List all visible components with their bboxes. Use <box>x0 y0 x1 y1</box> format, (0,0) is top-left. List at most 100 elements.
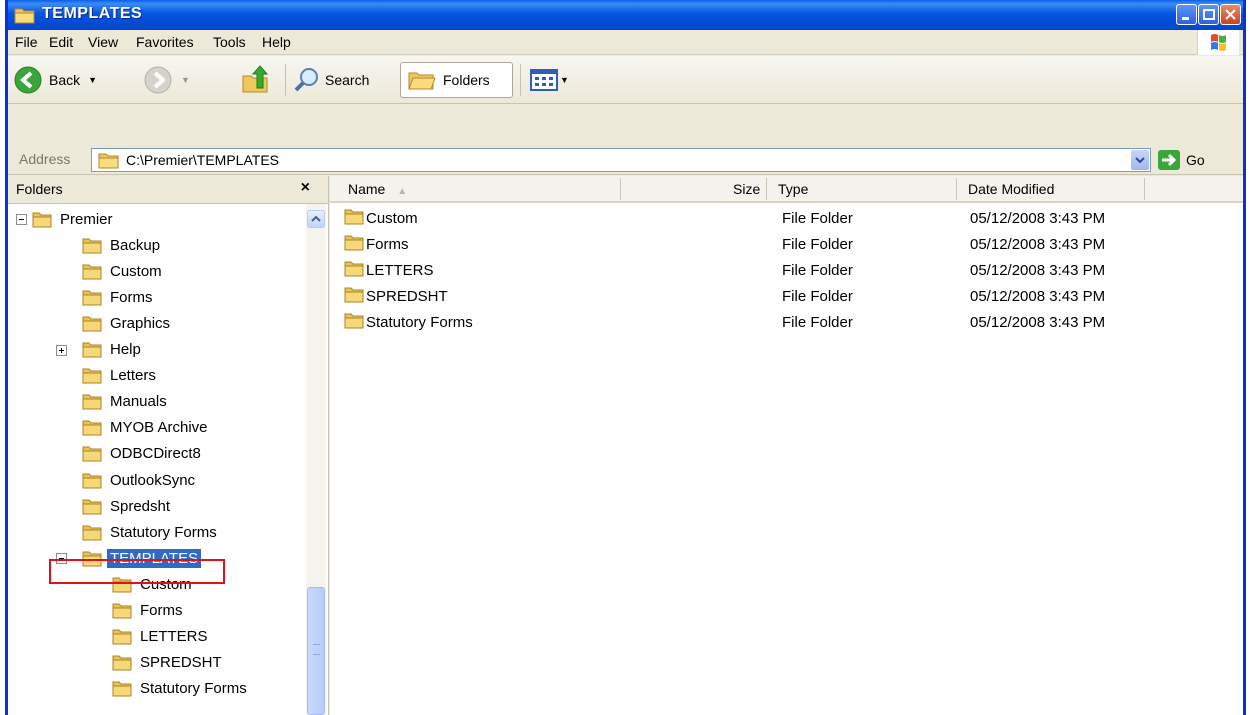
tree-item-label: Letters <box>110 367 156 385</box>
collapse-minus-icon[interactable] <box>16 214 27 225</box>
back-label: Back <box>49 72 81 88</box>
tree-item-label: Statutory Forms <box>140 680 247 698</box>
list-header: Name ▲ Size Type Date Modified <box>330 176 1243 203</box>
file-list-row[interactable]: LETTERS File Folder 05/12/2008 3:43 PM <box>344 259 1243 285</box>
search-button[interactable]: Search <box>293 62 369 98</box>
address-path: C:\Premier\TEMPLATES <box>126 152 279 168</box>
column-divider[interactable] <box>620 178 621 200</box>
column-divider[interactable] <box>1144 178 1145 200</box>
file-date-modified: 05/12/2008 3:43 PM <box>970 210 1106 227</box>
tree-item[interactable]: Statutory Forms <box>82 519 220 545</box>
go-label: Go <box>1186 152 1205 168</box>
forward-dropdown-icon[interactable]: ▼ <box>181 75 190 85</box>
file-type: File Folder <box>782 314 853 331</box>
menu-view[interactable]: View <box>88 34 118 50</box>
tree-scrollbar[interactable] <box>306 204 326 715</box>
tree-item[interactable]: Statutory Forms <box>112 676 250 702</box>
folder-icon <box>82 525 102 541</box>
column-header-type[interactable]: Type <box>778 181 808 197</box>
file-name: Custom <box>366 210 418 227</box>
folder-icon <box>98 153 119 169</box>
up-folder-button[interactable] <box>240 62 272 98</box>
tree-item[interactable]: Forms <box>82 284 156 310</box>
folder-icon <box>14 8 35 24</box>
tree-item[interactable]: Backup <box>82 232 163 258</box>
minimize-button[interactable] <box>1176 4 1197 25</box>
folder-icon <box>344 235 364 251</box>
address-bar: Address C:\Premier\TEMPLATES Go <box>8 145 1243 175</box>
back-arrow-icon <box>14 66 42 94</box>
views-dropdown-icon[interactable]: ▼ <box>560 75 569 85</box>
close-button[interactable] <box>1220 4 1241 25</box>
file-name: LETTERS <box>366 262 434 279</box>
tree-item[interactable]: Premier <box>32 206 116 232</box>
back-button[interactable]: Back ▼ <box>13 62 97 98</box>
file-type: File Folder <box>782 288 853 305</box>
title-bar[interactable]: TEMPLATES <box>8 0 1243 30</box>
folder-icon <box>344 313 364 329</box>
tree-item[interactable]: MYOB Archive <box>82 415 211 441</box>
views-button[interactable]: ▼ <box>530 62 569 98</box>
folder-icon <box>112 603 132 619</box>
tree-item-label: LETTERS <box>140 628 208 646</box>
column-divider[interactable] <box>956 178 957 200</box>
forward-button[interactable]: ▼ <box>143 62 190 98</box>
windows-logo-icon <box>1197 30 1239 55</box>
tree-item[interactable]: Help <box>82 337 144 363</box>
tree-item[interactable]: Graphics <box>82 310 173 336</box>
go-button[interactable]: Go <box>1158 148 1238 172</box>
expand-plus-icon[interactable] <box>56 344 67 356</box>
tree-item[interactable]: ODBCDirect8 <box>82 441 204 467</box>
file-date-modified: 05/12/2008 3:43 PM <box>970 288 1106 305</box>
menu-tools[interactable]: Tools <box>213 34 246 50</box>
address-dropdown-button[interactable] <box>1131 150 1149 170</box>
close-icon <box>1225 9 1236 20</box>
folders-pane: Folders × Premier Backup Custom Forms Graphi… <box>8 176 329 715</box>
tree-item-label: Statutory Forms <box>110 523 217 541</box>
folders-button[interactable]: Folders <box>400 62 513 98</box>
folders-pane-header: Folders × <box>8 176 328 204</box>
folder-icon <box>82 420 102 436</box>
menu-edit[interactable]: Edit <box>49 34 73 50</box>
menu-help[interactable]: Help <box>262 34 291 50</box>
column-divider[interactable] <box>766 178 767 200</box>
folders-pane-title: Folders <box>16 181 63 197</box>
tree-item-label: OutlookSync <box>110 471 196 489</box>
tree-item[interactable]: Forms <box>112 598 186 624</box>
tree-item[interactable]: SPREDSHT <box>112 650 225 676</box>
tree-item[interactable]: LETTERS <box>112 624 211 650</box>
file-list-row[interactable]: Forms File Folder 05/12/2008 3:43 PM <box>344 233 1243 259</box>
column-header-size[interactable]: Size <box>733 181 760 197</box>
scroll-up-button[interactable] <box>307 210 325 228</box>
folder-icon <box>82 342 102 358</box>
toolbar-separator <box>285 64 286 96</box>
file-list-row[interactable]: SPREDSHT File Folder 05/12/2008 3:43 PM <box>344 285 1243 311</box>
address-field[interactable]: C:\Premier\TEMPLATES <box>91 148 1151 172</box>
tree-item[interactable]: Letters <box>82 363 159 389</box>
tree-item-label: MYOB Archive <box>110 419 208 437</box>
menu-file[interactable]: File <box>15 34 38 50</box>
folder-tree: Premier Backup Custom Forms Graphics Help Lett… <box>8 204 306 715</box>
scroll-thumb[interactable] <box>307 587 325 715</box>
selection-highlight-outline <box>49 559 225 584</box>
file-name: Statutory Forms <box>366 314 473 331</box>
file-name: SPREDSHT <box>366 288 448 305</box>
tree-item[interactable]: Manuals <box>82 389 170 415</box>
search-label: Search <box>325 72 370 88</box>
maximize-button[interactable] <box>1198 4 1219 25</box>
column-header-date-modified[interactable]: Date Modified <box>968 181 1054 197</box>
search-magnifier-icon <box>294 68 318 92</box>
close-pane-icon[interactable]: × <box>301 179 310 197</box>
tree-item-label: Help <box>110 341 141 358</box>
column-header-name[interactable]: Name ▲ <box>348 181 407 197</box>
file-list-row[interactable]: Custom File Folder 05/12/2008 3:43 PM <box>344 207 1243 233</box>
tree-item[interactable]: Custom <box>82 258 165 284</box>
toolbar: Back ▼ ▼ Search Folders ▼ <box>8 56 1243 104</box>
menu-favorites[interactable]: Favorites <box>136 34 194 50</box>
back-dropdown-icon[interactable]: ▼ <box>88 75 97 85</box>
file-type: File Folder <box>782 210 853 227</box>
file-list-row[interactable]: Statutory Forms File Folder 05/12/2008 3:4… <box>344 311 1243 337</box>
folder-icon <box>82 368 102 384</box>
tree-item[interactable]: OutlookSync <box>82 467 198 493</box>
tree-item[interactable]: Spredsht <box>82 493 173 519</box>
